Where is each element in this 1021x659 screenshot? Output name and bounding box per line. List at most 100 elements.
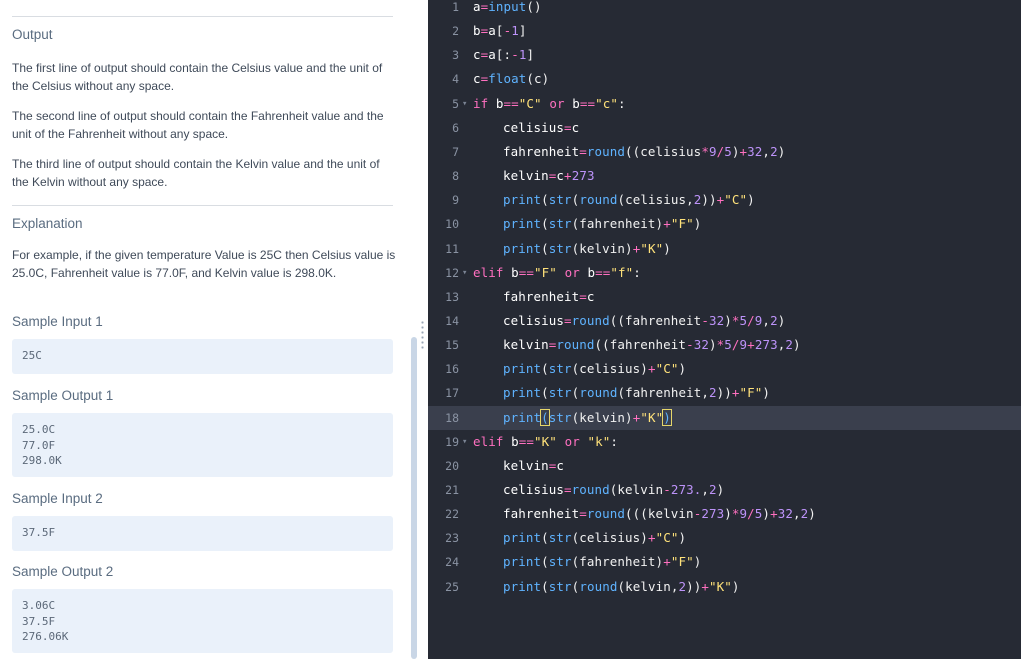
code-token: (celisius) (571, 361, 648, 377)
code-token: )) (701, 192, 717, 208)
code-token: ) (724, 312, 732, 328)
code-text[interactable]: kelvin=round((fahrenheit-32)*5/9+273,2) (503, 333, 801, 357)
code-text[interactable]: elif b=="K" or "k": (473, 430, 618, 454)
code-text[interactable]: kelvin=c+273 (503, 164, 595, 188)
code-token: )) (716, 385, 732, 401)
code-token: print (503, 361, 542, 377)
fold-arrow-icon[interactable]: ▾ (462, 430, 467, 454)
code-line[interactable]: 19 ▾ elif b=="K" or "k": (428, 430, 1021, 454)
code-text[interactable]: print(str(fahrenheit)+"F") (503, 550, 701, 574)
code-text[interactable]: elif b=="F" or b=="f": (473, 261, 641, 285)
code-text[interactable]: print(str(round(kelvin,2))+"K") (503, 575, 740, 599)
code-token: : (618, 95, 626, 111)
code-line[interactable]: 24 print(str(fahrenheit)+"F") (428, 550, 1021, 574)
code-text[interactable]: celisius=c (503, 116, 579, 140)
code-token: = (564, 482, 572, 497)
code-line[interactable]: 10 print(str(fahrenheit)+"F") (428, 212, 1021, 236)
code-line[interactable]: 1 a=input() (428, 0, 1021, 19)
code-token: fahrenheit (503, 288, 580, 304)
code-token: ) (747, 192, 755, 208)
code-token: (fahrenheit) (571, 554, 664, 570)
drag-handle-icon[interactable] (421, 320, 424, 350)
code-token: elif (473, 264, 512, 280)
code-text[interactable]: print(str(round(celisius,2))+"C") (503, 188, 755, 212)
code-text[interactable]: fahrenheit=round((celisius*9/5)+32,2) (503, 140, 785, 164)
fold-arrow-icon[interactable]: ▾ (462, 261, 467, 285)
code-token: + (739, 143, 748, 159)
code-text[interactable]: c=a[:-1] (473, 43, 534, 67)
sample-output-2-label: Sample Output 2 (12, 564, 114, 579)
code-line[interactable]: 17 print(str(round(fahrenheit,2))+"F") (428, 381, 1021, 405)
code-line[interactable]: 7 fahrenheit=round((celisius*9/5)+32,2) (428, 140, 1021, 164)
code-line[interactable]: 20 kelvin=c (428, 454, 1021, 478)
code-token: print (503, 192, 542, 208)
code-text[interactable]: fahrenheit=round(((kelvin-273)*9/5)+32,2… (503, 502, 816, 526)
code-line[interactable]: 16 print(str(celisius)+"C") (428, 357, 1021, 381)
code-text[interactable]: celisius=round(kelvin-273.,2) (503, 478, 724, 502)
line-number: 19 (445, 434, 459, 449)
code-line[interactable]: 15 kelvin=round((fahrenheit-32)*5/9+273,2… (428, 333, 1021, 357)
code-text[interactable]: print(str(round(fahrenheit,2))+"F") (503, 381, 770, 405)
code-line[interactable]: 3 c=a[:-1] (428, 43, 1021, 67)
code-text[interactable]: celisius=round((fahrenheit-32)*5/9,2) (503, 309, 785, 333)
code-text[interactable]: b=a[-1] (473, 19, 526, 43)
code-token: str (548, 240, 572, 256)
code-token: == (503, 95, 519, 111)
code-token: "c" (595, 95, 618, 111)
code-token: (((kelvin (625, 506, 694, 522)
code-text[interactable]: c=float(c) (473, 67, 549, 91)
code-line[interactable]: 4 c=float(c) (428, 67, 1021, 91)
code-line[interactable]: 14 celisius=round((fahrenheit-32)*5/9,2) (428, 309, 1021, 333)
code-token: round (571, 312, 610, 328)
line-number: 20 (445, 458, 459, 473)
code-line[interactable]: 25 print(str(round(kelvin,2))+"K") (428, 575, 1021, 599)
code-line[interactable]: 8 kelvin=c+273 (428, 164, 1021, 188)
output-paragraph-3: The third line of output should contain … (12, 157, 380, 189)
code-token: a (488, 47, 496, 63)
code-token: celisius (503, 119, 565, 135)
code-text[interactable]: fahrenheit=c (503, 285, 595, 309)
code-line[interactable]: 18 print(str(kelvin)+"K") (428, 405, 1021, 430)
code-text[interactable]: print(str(fahrenheit)+"F") (503, 212, 701, 236)
code-text[interactable]: print(str(kelvin)+"K") (503, 406, 672, 430)
code-line[interactable]: 22 fahrenheit=round(((kelvin-273)*9/5)+32… (428, 502, 1021, 526)
code-token: ) (678, 361, 687, 377)
code-token: c (571, 119, 580, 135)
code-token: 32 (693, 337, 709, 353)
code-token: "K" (534, 433, 557, 449)
code-text[interactable]: print(str(celisius)+"C") (503, 526, 686, 550)
code-text[interactable]: print(str(kelvin)+"K") (503, 237, 671, 261)
code-editor[interactable]: 1 a=input() 2 b=a[-1] 3 c=a[:-1] 4 c=float(c) 5 ▾… (428, 0, 1021, 659)
code-line[interactable]: 13 fahrenheit=c (428, 285, 1021, 309)
output-paragraph-2: The second line of output should contain… (12, 109, 384, 141)
code-text[interactable]: print(str(celisius)+"C") (503, 357, 686, 381)
code-token: b (511, 264, 519, 280)
code-token: 32 (747, 143, 763, 159)
code-token: round (586, 506, 626, 522)
code-token: b (511, 433, 519, 449)
code-token: / (747, 506, 755, 522)
code-token: b (495, 95, 504, 111)
code-line[interactable]: 12 ▾ elif b=="F" or b=="f": (428, 261, 1021, 285)
code-token: : (610, 433, 618, 449)
code-line[interactable]: 9 print(str(round(celisius,2))+"C") (428, 188, 1021, 212)
code-text[interactable]: kelvin=c (503, 454, 564, 478)
line-number: 17 (445, 386, 459, 401)
code-token: + (663, 554, 671, 570)
code-line[interactable]: 5 ▾ if b=="C" or b=="c": (428, 92, 1021, 116)
line-number: 11 (445, 241, 459, 256)
code-line[interactable]: 6 celisius=c (428, 116, 1021, 140)
code-line[interactable]: 11 print(str(kelvin)+"K") (428, 237, 1021, 261)
fold-arrow-icon[interactable]: ▾ (462, 92, 467, 116)
code-line[interactable]: 21 celisius=round(kelvin-273.,2) (428, 478, 1021, 502)
code-text[interactable]: a=input() (473, 0, 542, 19)
code-token: c (586, 288, 595, 304)
code-token: 2 (770, 312, 778, 328)
code-line[interactable]: 23 print(str(celisius)+"C") (428, 526, 1021, 550)
code-token: ( (541, 216, 549, 232)
code-token: ) (792, 337, 801, 353)
code-token: str (548, 192, 572, 208)
line-number: 4 (452, 72, 459, 87)
code-line[interactable]: 2 b=a[-1] (428, 19, 1021, 43)
code-text[interactable]: if b=="C" or b=="c": (473, 92, 626, 116)
